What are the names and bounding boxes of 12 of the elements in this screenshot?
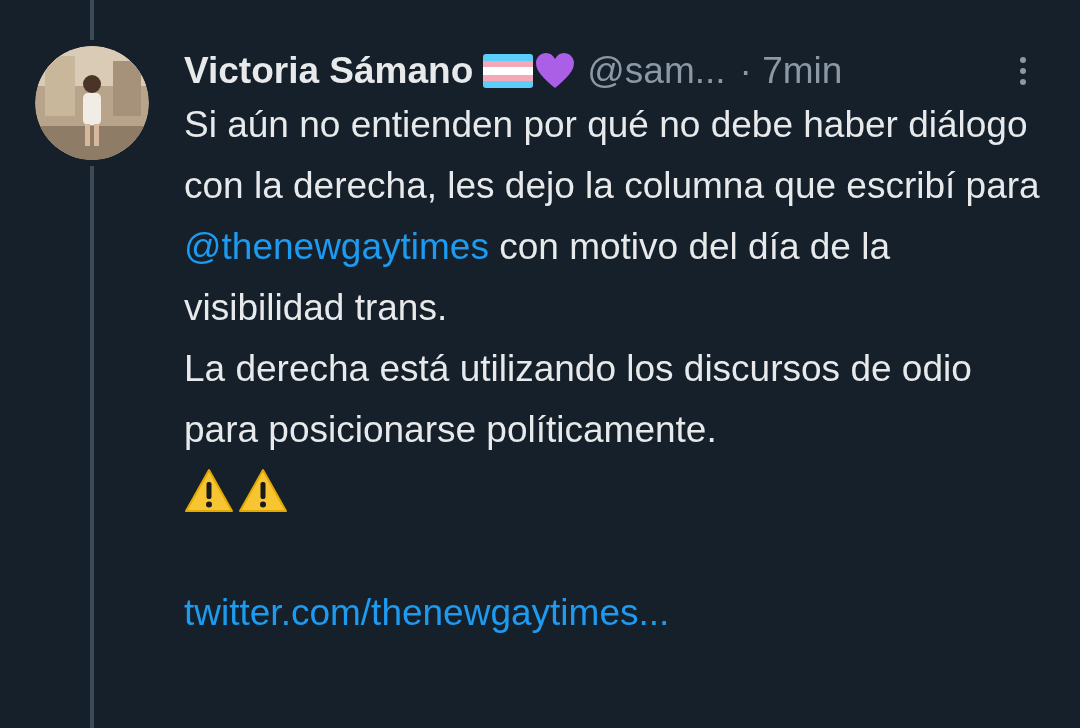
author-name[interactable]: Victoria Sámano: [184, 43, 474, 99]
flag-icon: [483, 54, 534, 88]
more-icon[interactable]: [1018, 56, 1028, 86]
heart-icon: [535, 53, 576, 89]
post-time: · 7min: [739, 49, 843, 94]
author-handle[interactable]: @sam...: [587, 43, 726, 99]
tweet-text: La derecha está utilizando los discursos de odio para posicionarse políticamente.: [184, 347, 973, 452]
mention-link[interactable]: @thenewgaytimes: [184, 226, 489, 267]
warning-icon: [238, 467, 288, 514]
warning-icon: [184, 467, 234, 514]
tweet-text: Si aún no entienden por qué no debe haber diálogo con la derecha, les dejo la columna que escribí para @thenewgaytimes con motivo del día de la visibilidad trans.: [184, 103, 1041, 330]
tweet-link[interactable]: twitter.com/thenewgaytimes...: [184, 592, 670, 633]
